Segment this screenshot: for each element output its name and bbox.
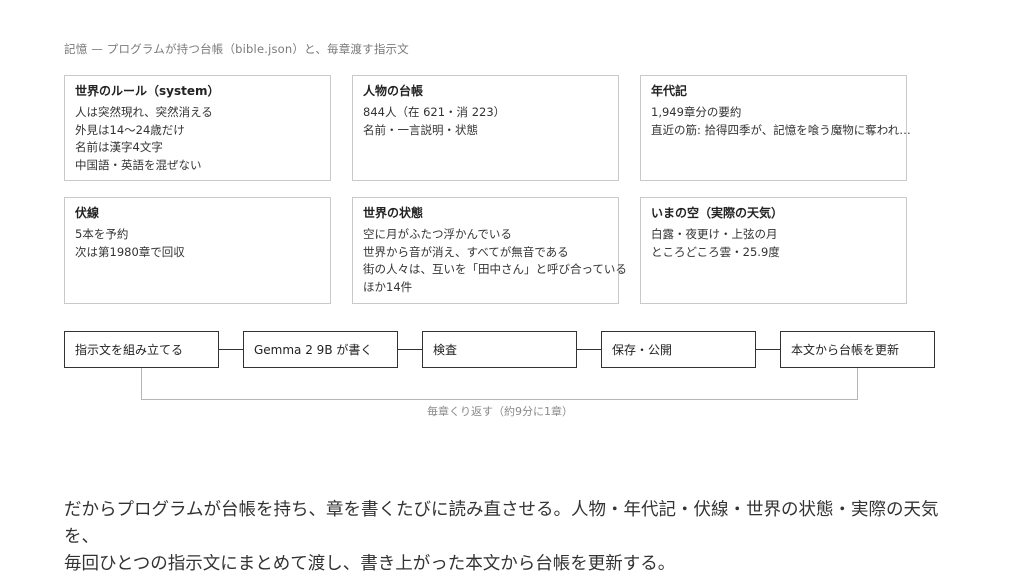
card-title: 人物の台帳 [363, 84, 424, 98]
card-world-state: 世界の状態 空に月がふたつ浮かんでいる 世界から音が消え、すべてが無音である 街… [352, 197, 627, 304]
connector-line [577, 349, 601, 350]
card-foreshadowing: 伏線 5本を予約 次は第1980章で回収 [64, 197, 331, 304]
card-title: いまの空（実際の天気） [651, 206, 784, 220]
card-character-ledger: 人物の台帳 844人（在 621・消 223） 名前・一言説明・状態 [352, 75, 619, 181]
card-line: 中国語・英語を混ぜない [75, 157, 202, 172]
card-line: 名前・一言説明・状態 [363, 122, 478, 137]
step-gemma-writes: Gemma 2 9B が書く [243, 331, 398, 368]
loop-label: 毎章くり返す（約9分に1章） [427, 405, 573, 418]
step-inspect: 検査 [422, 331, 577, 368]
loop-line-left [141, 368, 142, 400]
card-line: 次は第1980章で回収 [75, 244, 185, 259]
card-line: 白露・夜更け・上弦の月 [651, 227, 778, 241]
card-line: 5本を予約 [75, 227, 129, 241]
loop-line-bottom [141, 399, 858, 400]
card-line: 直近の筋: 拾得四季が、記憶を喰う魔物に奪われ… [651, 122, 911, 137]
card-title: 年代記 [651, 84, 688, 98]
card-current-sky: いまの空（実際の天気） 白露・夜更け・上弦の月 ところどころ雲・25.9度 [640, 197, 907, 304]
connector-line [756, 349, 780, 350]
card-title: 世界の状態 [363, 206, 424, 220]
card-line: 外見は14〜24歳だけ [75, 122, 185, 137]
connector-line [219, 349, 243, 350]
diagram-caption: 記憶 — プログラムが持つ台帳（bible.json）と、毎章渡す指示文 [64, 42, 409, 56]
step-update-ledger: 本文から台帳を更新 [780, 331, 935, 368]
summary-text: だからプログラムが台帳を持ち、章を書くたびに読み直させる。人物・年代記・伏線・世… [64, 497, 964, 578]
connector-line [398, 349, 422, 350]
card-line: 世界から音が消え、すべてが無音である [363, 244, 569, 259]
card-chronicle: 年代記 1,949章分の要約 直近の筋: 拾得四季が、記憶を喰う魔物に奪われ… [640, 75, 911, 181]
step-build-prompt: 指示文を組み立てる [64, 331, 219, 368]
card-title: 伏線 [75, 206, 100, 220]
card-line: ほか14件 [363, 279, 413, 294]
card-line: 街の人々は、互いを「田中さん」と呼び合っている [363, 262, 627, 276]
loop-line-right [857, 368, 858, 400]
card-title: 世界のルール（system） [75, 84, 220, 98]
card-line: 1,949章分の要約 [651, 105, 742, 119]
card-line: 名前は漢字4文字 [75, 140, 163, 154]
card-line: ところどころ雲・25.9度 [651, 244, 780, 259]
summary-line: だからプログラムが台帳を持ち、章を書くたびに読み直させる。人物・年代記・伏線・世… [64, 500, 939, 547]
card-line: 空に月がふたつ浮かんでいる [363, 227, 512, 241]
summary-line: 毎回ひとつの指示文にまとめて渡し、書き上がった本文から台帳を更新する。 [64, 554, 676, 574]
card-world-rules: 世界のルール（system） 人は突然現れ、突然消える 外見は14〜24歳だけ … [64, 75, 331, 181]
card-line: 人は突然現れ、突然消える [75, 105, 213, 119]
step-save-publish: 保存・公開 [601, 331, 756, 368]
card-line: 844人（在 621・消 223） [363, 105, 506, 119]
